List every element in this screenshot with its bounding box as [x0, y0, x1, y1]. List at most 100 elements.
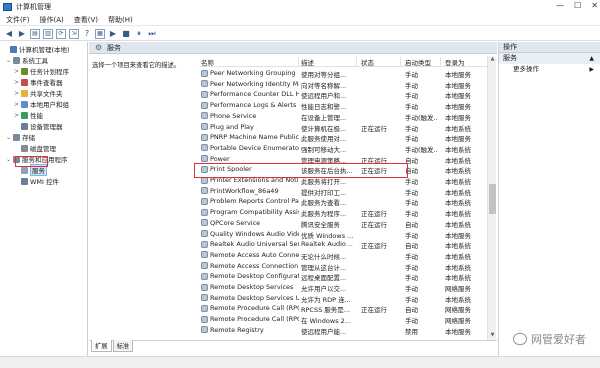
service-description-cell: 向对等名称解...	[301, 81, 347, 90]
tree-item-local-users[interactable]: > 本地用户和组	[14, 99, 69, 109]
service-name: Remote Procedure Call (RPC) ...	[210, 315, 299, 324]
table-row[interactable]: Remote Access Auto Connecti...无论什么时候... 手…	[199, 250, 489, 261]
menu-help[interactable]: 帮助(H)	[108, 15, 133, 25]
vertical-scrollbar[interactable]: ▲ ▼	[487, 56, 496, 340]
back-arrow-icon[interactable]: ◀	[4, 29, 14, 39]
table-row[interactable]: Remote Access Connection M...管理从这台计... 手动…	[199, 261, 489, 272]
service-name-cell: Remote Procedure Call (RPC)	[201, 304, 299, 312]
help-icon[interactable]: ?	[82, 29, 92, 39]
column-header-name[interactable]: 名称	[199, 57, 299, 67]
menu-action[interactable]: 操作(A)	[40, 15, 64, 25]
service-startup-type-cell: 手动	[405, 231, 418, 240]
table-row[interactable]: Program Compatibility Assista...此服务为程序..…	[199, 207, 489, 218]
pause-icon[interactable]: ⏸	[134, 29, 144, 39]
export-list-icon[interactable]: ⇲	[69, 28, 79, 39]
tree-item-device-manager[interactable]: 设备管理器	[14, 121, 63, 131]
properties-icon[interactable]: ▦	[95, 28, 105, 39]
service-name-cell: Remote Access Connection M...	[201, 262, 299, 270]
table-row[interactable]: Peer Networking Identity Man...向对等名称解...…	[199, 79, 489, 90]
menu-file[interactable]: 文件(F)	[6, 15, 30, 25]
tree-item-system-tools[interactable]: ⌄ 系统工具	[6, 55, 48, 65]
tree-item-disk-management[interactable]: 磁盘管理	[14, 143, 56, 153]
users-icon	[21, 100, 28, 108]
table-row[interactable]: Remote Desktop Services 允许用户以交... 手动 网络服务	[199, 282, 489, 293]
table-row[interactable]: Plug and Play 使计算机在极... 正在运行 手动 本地系统	[199, 122, 489, 133]
scroll-down-icon[interactable]: ▼	[488, 332, 497, 340]
table-row[interactable]: Phone Service 在设备上管理... 手动(触发... 本地服务	[199, 111, 489, 122]
chevron-right-icon[interactable]: >	[14, 68, 20, 75]
tab-extended[interactable]: 扩展	[91, 340, 112, 352]
tree-item-computer-management[interactable]: 计算机管理(本地)	[3, 44, 70, 54]
table-row[interactable]: Remote Registry 使远程用户能... 禁用 本地服务	[199, 325, 489, 336]
forward-arrow-icon[interactable]: ▶	[17, 29, 27, 39]
chevron-right-icon[interactable]: >	[14, 90, 20, 97]
table-row[interactable]: Portable Device Enumerator S...强制可移动大...…	[199, 143, 489, 154]
service-startup-type-cell: 禁用	[405, 327, 418, 336]
column-header-description[interactable]: 描述	[299, 57, 357, 67]
service-logon-cell: 本地系统	[445, 252, 471, 261]
column-header-status[interactable]: 状态	[359, 57, 401, 67]
restart-icon[interactable]: ⏭	[147, 29, 157, 39]
service-logon-cell: 本地系统	[445, 210, 471, 219]
scrollbar-thumb[interactable]	[489, 184, 496, 214]
table-row[interactable]: Remote Procedure Call (RPC) ...在 Windows…	[199, 314, 489, 325]
service-startup-type-cell: 手动	[405, 103, 418, 112]
table-row[interactable]: PrintWorkflow_86a49 提供对打印工... 手动 本地系统	[199, 186, 489, 197]
table-row[interactable]: Performance Logs & Alerts 性能日志和警... 手动 本地服务	[199, 100, 489, 111]
service-logon-cell: 本地系统	[445, 167, 471, 176]
service-name-cell: QPCore Service	[201, 219, 299, 227]
minimize-button[interactable]: —	[556, 1, 564, 10]
menu-view[interactable]: 查看(V)	[74, 15, 98, 25]
tree-item-performance[interactable]: > 性能	[14, 110, 43, 120]
table-row[interactable]: Realtek Audio Universal ServiceRealtek A…	[199, 239, 489, 250]
up-level-icon[interactable]: ▤	[30, 28, 40, 39]
service-description-cell: 在 Windows 2...	[301, 317, 351, 326]
close-button[interactable]: ✕	[591, 1, 598, 10]
maximize-button[interactable]: ☐	[574, 1, 581, 10]
chevron-right-icon[interactable]: >	[14, 112, 20, 119]
service-gear-icon	[201, 272, 208, 280]
tab-standard[interactable]: 标准	[112, 340, 134, 352]
service-gear-icon	[201, 187, 208, 195]
chevron-right-icon[interactable]: >	[14, 101, 20, 108]
service-description-cell: 提供对打印工...	[301, 188, 347, 197]
chevron-down-icon[interactable]: ⌄	[6, 57, 12, 64]
service-name-cell: Remote Procedure Call (RPC) ...	[201, 315, 299, 323]
tree-item-event-viewer[interactable]: > 事件查看器	[14, 77, 63, 87]
service-description-cell: 使远程用户能...	[301, 327, 347, 336]
table-row[interactable]: Quality Windows Audio Video ...优质 Window…	[199, 229, 489, 240]
collapse-up-icon[interactable]: ▲	[589, 53, 594, 64]
table-row[interactable]: Remote Desktop Services Use...允许为 RDP 连.…	[199, 293, 489, 304]
tree-item-shared-folders[interactable]: > 共享文件夹	[14, 88, 63, 98]
service-description-cell: 无论什么时候...	[301, 252, 347, 261]
table-row[interactable]: Problem Reports Control Pane...此服务为查看...…	[199, 196, 489, 207]
service-startup-type-cell: 手动	[405, 199, 418, 208]
show-hide-tree-icon[interactable]: ▥	[43, 28, 53, 39]
service-logon-cell: 本地服务	[445, 92, 471, 101]
table-row[interactable]: Peer Networking Grouping 使用对等分组... 手动 本地服务	[199, 68, 489, 79]
tree-item-wmi-control[interactable]: WMI 控件	[14, 176, 59, 186]
table-row[interactable]: Performance Counter DLL Host使远程用户和... 手动 本…	[199, 89, 489, 100]
tree-item-storage[interactable]: ⌄ 存储	[6, 132, 35, 142]
column-header-logon[interactable]: 登录为	[443, 57, 489, 67]
table-row[interactable]: Remote Desktop Configuration远程桌面配置... 手动 本…	[199, 271, 489, 282]
chevron-down-icon[interactable]: ⌄	[6, 134, 12, 141]
table-row[interactable]: QPCore Service 腾讯安全服务 正在运行 自动 本地系统	[199, 218, 489, 229]
stop-icon[interactable]: ■	[121, 29, 131, 39]
actions-section-services[interactable]: 服务 ▲	[499, 53, 600, 64]
table-row[interactable]: Remote Procedure Call (RPC) RPCSS 服务是... 正…	[199, 303, 489, 314]
more-actions[interactable]: 更多操作 ▶	[499, 64, 600, 75]
service-logon-cell: 本地系统	[445, 199, 471, 208]
tree-item-task-scheduler[interactable]: > 任务计划程序	[14, 66, 69, 76]
scroll-up-icon[interactable]: ▲	[488, 56, 497, 64]
chevron-right-icon[interactable]: >	[14, 79, 20, 86]
service-gear-icon	[201, 144, 208, 152]
actions-header: 操作	[499, 42, 600, 53]
chevron-down-icon[interactable]: ⌄	[6, 156, 12, 163]
play-icon[interactable]: ▶	[108, 29, 118, 39]
computer-icon	[10, 45, 17, 53]
table-row[interactable]: PNRP Machine Name Publicati...此服务使用对... 手…	[199, 132, 489, 143]
column-header-startup-type[interactable]: 启动类型	[403, 57, 441, 67]
service-logon-cell: 本地服务	[445, 231, 471, 240]
refresh-icon[interactable]: ⟳	[56, 28, 66, 39]
